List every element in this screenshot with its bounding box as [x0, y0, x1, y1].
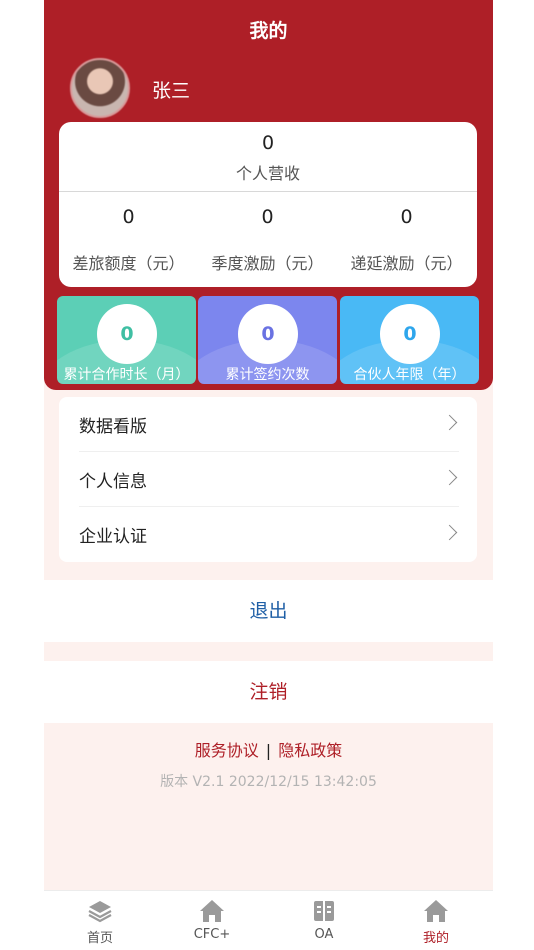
tile-value: 0	[261, 323, 275, 345]
revenue-value: 0	[261, 132, 275, 154]
page-title: 我的	[249, 20, 288, 42]
tab-label: 我的	[422, 931, 449, 946]
tile-value-circle: 0	[97, 304, 157, 364]
tile-value-circle: 0	[238, 304, 298, 364]
menu-item-enterprise-cert[interactable]: 企业认证	[79, 507, 459, 562]
version-text: 版本 V2.1 2022/12/15 13:42:05	[160, 774, 377, 790]
logout-label: 退出	[249, 600, 288, 622]
metric-tiles: 0 累计合作时长（月） 0 累计签约次数 0 合伙人年限（年）	[57, 296, 479, 384]
link-separator: |	[265, 741, 272, 760]
document-icon	[314, 901, 334, 921]
stats-card: 0 个人营收 0 差旅额度（元） 0 季度激励（元） 0 递延激励（元）	[59, 122, 477, 287]
stat-deferred-incentive: 0 递延激励（元）	[337, 192, 476, 287]
bottom-tab-bar: 首页 CFC+ OA 我的	[44, 890, 493, 950]
page-background: 我的 张三 0 个人营收 0 差旅额度（元） 0 季度激励（元） 0 递延激励（…	[44, 0, 493, 890]
stat-label: 差旅额度（元）	[72, 254, 185, 273]
layers-icon	[88, 901, 112, 923]
menu-item-data-dashboard[interactable]: 数据看版	[79, 397, 459, 452]
tile-value: 0	[403, 323, 417, 345]
revenue-label: 个人营收	[235, 164, 300, 183]
home-icon	[200, 900, 224, 922]
revenue-section: 0 个人营收	[59, 122, 477, 192]
cancel-account-button[interactable]: 注销	[44, 661, 493, 723]
stat-label: 递延激励（元）	[350, 254, 463, 273]
home-icon	[424, 900, 448, 922]
tab-label: CFC+	[193, 927, 231, 942]
tile-value-circle: 0	[380, 304, 440, 364]
tab-mine[interactable]: 我的	[380, 891, 492, 950]
tab-cfc[interactable]: CFC+	[156, 891, 268, 950]
logout-button[interactable]: 退出	[44, 580, 493, 642]
stat-value: 0	[122, 206, 135, 228]
tab-home[interactable]: 首页	[44, 891, 156, 950]
stat-travel-quota: 0 差旅额度（元）	[59, 192, 198, 287]
stat-quarterly-incentive: 0 季度激励（元）	[198, 192, 337, 287]
chevron-right-icon	[441, 414, 458, 431]
cancel-account-label: 注销	[249, 681, 288, 703]
chevron-right-icon	[441, 469, 458, 486]
settings-menu: 数据看版 个人信息 企业认证	[59, 397, 477, 562]
policy-links: 服务协议 | 隐私政策	[44, 737, 493, 761]
menu-item-label: 数据看版	[79, 417, 147, 437]
stat-value: 0	[400, 206, 413, 228]
user-name: 张三	[152, 80, 191, 102]
stat-value: 0	[261, 206, 274, 228]
tile-label: 累计合作时长（月）	[63, 367, 190, 383]
profile-header: 我的 张三 0 个人营收 0 差旅额度（元） 0 季度激励（元） 0 递延激励（…	[44, 0, 493, 390]
tile-partner-years: 0 合伙人年限（年）	[340, 296, 479, 384]
menu-item-label: 个人信息	[79, 472, 147, 492]
menu-item-label: 企业认证	[79, 527, 147, 547]
avatar[interactable]	[70, 58, 130, 118]
tile-value: 0	[120, 323, 134, 345]
tile-signing-count: 0 累计签约次数	[198, 296, 337, 384]
stat-label: 季度激励（元）	[211, 254, 324, 273]
tile-label: 合伙人年限（年）	[353, 367, 466, 383]
service-agreement-link[interactable]: 服务协议	[195, 741, 259, 760]
chevron-right-icon	[441, 524, 458, 541]
privacy-policy-link[interactable]: 隐私政策	[278, 741, 342, 760]
tab-label: 首页	[86, 931, 113, 946]
tab-label: OA	[314, 927, 334, 942]
tile-cooperation-months: 0 累计合作时长（月）	[57, 296, 196, 384]
tile-label: 累计签约次数	[225, 367, 310, 383]
tab-oa[interactable]: OA	[268, 891, 380, 950]
menu-item-personal-info[interactable]: 个人信息	[79, 452, 459, 507]
